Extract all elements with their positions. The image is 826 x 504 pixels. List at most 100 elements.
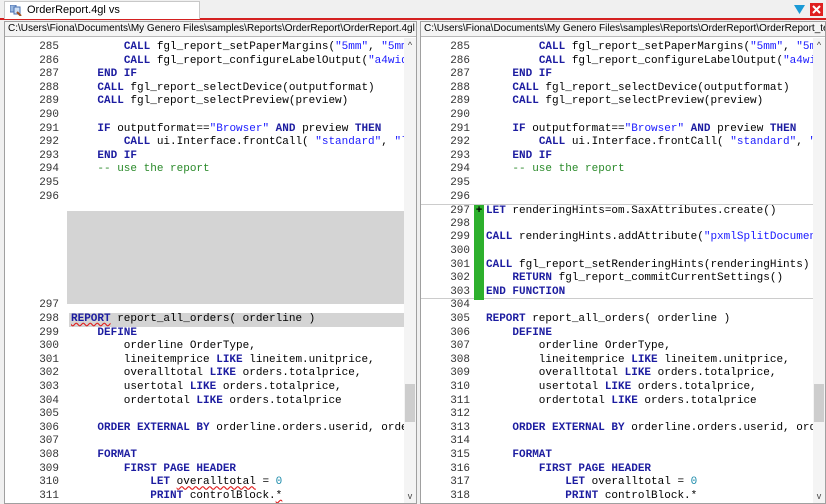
code-line[interactable]: 289 CALL fgl_report_selectPreview(previe…: [5, 95, 404, 109]
code-line[interactable]: 290: [421, 109, 813, 123]
keyword: ORDER EXTERNAL BY: [97, 421, 210, 434]
code-text: FIRST PAGE HEADER: [71, 463, 404, 477]
code-token: fgl_report_configureLabelOutput(: [150, 54, 369, 67]
code-line[interactable]: 309 FIRST PAGE HEADER: [5, 463, 404, 477]
code-line[interactable]: 311 ordertotal LIKE orders.totalprice: [421, 395, 813, 409]
code-line[interactable]: 315 FORMAT: [421, 449, 813, 463]
code-line[interactable]: 291 IF outputformat=="Browser" AND previ…: [421, 123, 813, 137]
string-literal: "5mm": [381, 41, 404, 53]
left-code-area[interactable]: 285 CALL fgl_report_setPaperMargins("5mm…: [5, 38, 404, 503]
code-line[interactable]: 316 FIRST PAGE HEADER: [421, 463, 813, 477]
scroll-up-arrow[interactable]: ^: [813, 40, 825, 50]
code-text: ORDER EXTERNAL BY orderline.orders.useri…: [71, 422, 404, 436]
keyword: END IF: [512, 149, 553, 162]
added-line[interactable]: 302 RETURN fgl_report_commitCurrentSetti…: [421, 272, 813, 287]
right-diff-pane[interactable]: C:\Users\Fiona\Documents\My Genero Files…: [420, 21, 826, 504]
code-line[interactable]: 285 CALL fgl_report_setPaperMargins("5mm…: [5, 41, 404, 55]
code-line[interactable]: 310 LET overalltotal = 0: [5, 476, 404, 490]
code-line[interactable]: 291 IF outputformat=="Browser" AND previ…: [5, 123, 404, 137]
code-line[interactable]: 293 END IF: [5, 150, 404, 164]
code-line[interactable]: 305: [5, 408, 404, 422]
filter-triangle-icon[interactable]: [793, 3, 806, 16]
code-text: ordertotal LIKE orders.totalprice: [71, 395, 404, 409]
close-icon[interactable]: [810, 3, 823, 16]
code-line[interactable]: 306 DEFINE: [421, 327, 813, 341]
added-line[interactable]: 300: [421, 245, 813, 259]
code-line[interactable]: 301 lineitemprice LIKE lineitem.unitpric…: [5, 354, 404, 368]
code-line[interactable]: 309 overalltotal LIKE orders.totalprice,: [421, 367, 813, 381]
code-line[interactable]: 302 overalltotal LIKE orders.totalprice,: [5, 367, 404, 381]
code-line[interactable]: 296: [421, 191, 813, 205]
code-line[interactable]: 287 END IF: [421, 68, 813, 82]
line-number: 301: [39, 353, 59, 366]
scroll-down-arrow[interactable]: v: [813, 491, 825, 501]
code-line[interactable]: 285 CALL fgl_report_setPaperMargins("5mm…: [421, 41, 813, 55]
code-line[interactable]: 313 ORDER EXTERNAL BY orderline.orders.u…: [421, 422, 813, 436]
code-line[interactable]: 286 CALL fgl_report_configureLabelOutput…: [421, 55, 813, 69]
code-line[interactable]: 308 lineitemprice LIKE lineitem.unitpric…: [421, 354, 813, 368]
code-token: ordertotal: [486, 394, 612, 407]
code-line[interactable]: 293 END IF: [421, 150, 813, 164]
left-diff-pane[interactable]: C:\Users\Fiona\Documents\My Genero Files…: [4, 21, 417, 504]
scroll-thumb[interactable]: [814, 384, 824, 422]
added-line[interactable]: 299 CALL renderingHints.addAttribute("pxm…: [421, 231, 813, 246]
code-text: orderline OrderType,: [486, 340, 813, 354]
code-line[interactable]: 294 -- use the report: [5, 163, 404, 177]
code-line[interactable]: 303 usertotal LIKE orders.totalprice,: [5, 381, 404, 395]
code-line[interactable]: 295: [421, 177, 813, 191]
code-line[interactable]: 288 CALL fgl_report_selectDevice(outputf…: [421, 82, 813, 96]
code-line[interactable]: 289 CALL fgl_report_selectPreview(previe…: [421, 95, 813, 109]
code-line[interactable]: 312: [421, 408, 813, 422]
right-scrollbar[interactable]: ^ v: [813, 38, 825, 503]
code-line[interactable]: 310 usertotal LIKE orders.totalprice,: [421, 381, 813, 395]
added-line[interactable]: 297 + LET renderingHints=om.SaxAttributes.…: [421, 204, 813, 220]
code-line[interactable]: 304 ordertotal LIKE orders.totalprice: [5, 395, 404, 409]
line-number: 289: [450, 95, 470, 108]
code-line[interactable]: 314: [421, 435, 813, 449]
code-text: CALL fgl_report_selectPreview(preview): [486, 95, 813, 109]
code-line[interactable]: 317 LET overalltotal = 0: [421, 476, 813, 490]
code-line[interactable]: 306 ORDER EXTERNAL BY orderline.orders.u…: [5, 422, 404, 436]
line-number: 288: [39, 81, 59, 94]
tab-compare[interactable]: OrderReport.4gl vs OrderReport_test.4gl: [4, 1, 200, 33]
code-line[interactable]: 298 REPORT report_all_orders( orderline ): [5, 313, 404, 327]
code-line[interactable]: 288 CALL fgl_report_selectDevice(outputf…: [5, 82, 404, 96]
code-line[interactable]: 296: [5, 191, 404, 205]
left-scrollbar[interactable]: ^ v: [404, 38, 416, 503]
right-code-area[interactable]: 285 CALL fgl_report_setPaperMargins("5mm…: [421, 38, 813, 503]
keyword: CALL: [123, 54, 151, 67]
code-line[interactable]: 290: [5, 109, 404, 123]
code-line[interactable]: 295: [5, 177, 404, 191]
code-line[interactable]: 287 END IF: [5, 68, 404, 82]
code-line[interactable]: 304: [421, 299, 813, 313]
number-literal: 0: [690, 476, 698, 489]
code-line[interactable]: 318 PRINT controlBlock.*: [421, 490, 813, 503]
scroll-up-arrow[interactable]: ^: [404, 40, 416, 50]
added-line[interactable]: 298: [421, 217, 813, 232]
line-number: 298: [450, 217, 470, 230]
code-line[interactable]: 307: [5, 435, 404, 449]
code-line[interactable]: 300 orderline OrderType,: [5, 340, 404, 354]
code-line[interactable]: 311 PRINT controlBlock.*: [5, 490, 404, 503]
added-line[interactable]: 303 END FUNCTION: [421, 285, 813, 300]
code-line[interactable]: 307 orderline OrderType,: [421, 340, 813, 354]
code-line[interactable]: 292 CALL ui.Interface.frontCall( "standa…: [5, 136, 404, 150]
code-line[interactable]: 297: [5, 299, 404, 313]
added-line[interactable]: 301 CALL fgl_report_setRenderingHints(ren…: [421, 258, 813, 273]
code-line[interactable]: 308 FORMAT: [5, 449, 404, 463]
code-line[interactable]: 292 CALL ui.Interface.frontCall( "standa…: [421, 136, 813, 150]
scroll-down-arrow[interactable]: v: [404, 491, 416, 501]
line-number: 311: [39, 489, 59, 502]
code-line[interactable]: 305 REPORT report_all_orders( orderline ): [421, 313, 813, 327]
line-number: 307: [39, 435, 59, 448]
code-line[interactable]: 299 DEFINE: [5, 327, 404, 341]
code-token: controlBlock.*: [598, 489, 698, 502]
code-line[interactable]: 294 -- use the report: [421, 163, 813, 177]
code-line[interactable]: 286 CALL fgl_report_configureLabelOutput…: [5, 55, 404, 69]
line-number: 315: [450, 449, 470, 461]
scroll-thumb[interactable]: [405, 384, 415, 422]
